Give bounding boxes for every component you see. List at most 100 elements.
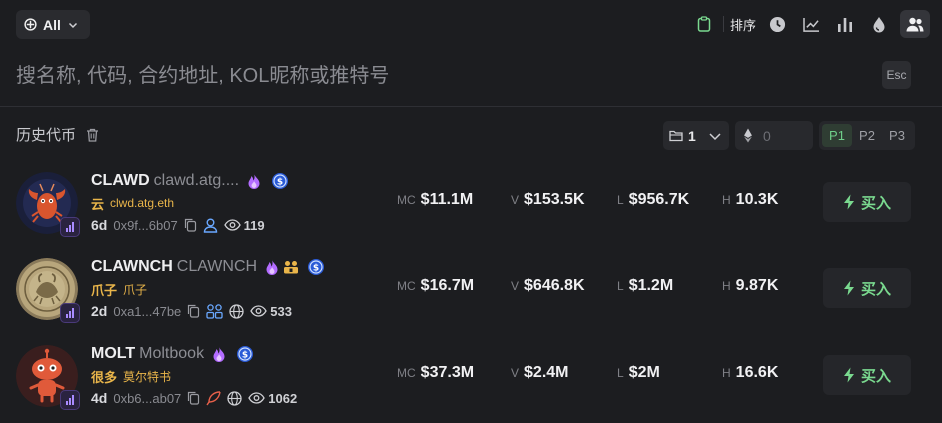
- liquidity-label: L: [617, 193, 624, 207]
- token-row[interactable]: CLAWD clawd.atg.... $ 云 clwd.atg.eth 6d …: [0, 170, 942, 256]
- history-filters: 1 0 P1 P2 P3: [663, 121, 915, 150]
- buy-label: 买入: [860, 194, 891, 212]
- toolbar-divider: [722, 16, 724, 32]
- page-button-p3[interactable]: P3: [882, 124, 912, 147]
- sort-by-holders-button[interactable]: [900, 10, 930, 38]
- signal-badge: [60, 217, 80, 237]
- market-cap-value: $37.3M: [420, 364, 475, 381]
- group-icon[interactable]: [206, 303, 223, 319]
- trash-icon[interactable]: [86, 128, 99, 142]
- chevron-down-icon: [709, 132, 721, 140]
- clock-icon: [769, 16, 785, 32]
- ethereum-icon: [744, 128, 752, 143]
- sort-by-time-button[interactable]: [760, 10, 794, 38]
- copy-icon[interactable]: [184, 218, 197, 232]
- market-cap: MC $11.1M: [397, 191, 473, 209]
- buy-button[interactable]: 买入: [823, 268, 911, 308]
- count-dropdown[interactable]: 1: [663, 121, 729, 150]
- token-row[interactable]: MOLT Moltbook $ 很多 莫尔特书 4d 0xb6...ab07 1…: [0, 343, 942, 423]
- chevron-down-icon: [68, 22, 77, 28]
- drop-icon: [873, 16, 885, 32]
- page-button-p2[interactable]: P2: [852, 124, 882, 147]
- market-cap: MC $37.3M: [397, 364, 474, 382]
- token-sub-name: 爪子: [123, 282, 148, 297]
- liquidity: L $2M: [617, 364, 660, 382]
- token-sub-name: 莫尔特书: [123, 369, 172, 384]
- token-fullname: CLAWNCH: [176, 258, 258, 275]
- volume-value: $2.4M: [524, 364, 569, 381]
- token-age: 2d: [91, 303, 108, 319]
- volume-value: $646.8K: [524, 277, 585, 294]
- token-meta-line: 6d 0x9f...6b07 119: [91, 216, 265, 234]
- flame-icon: [213, 346, 225, 362]
- sort-by-trend-button[interactable]: [794, 10, 828, 38]
- token-name-line: CLAWNCH CLAWNCH $: [91, 256, 325, 278]
- token-sub-line: 云 clwd.atg.eth: [91, 195, 175, 212]
- esc-button[interactable]: Esc: [882, 61, 911, 89]
- globe-icon[interactable]: [229, 303, 244, 319]
- market-cap: MC $16.7M: [397, 277, 474, 295]
- volume-value: $153.5K: [524, 191, 585, 208]
- liquidity-label: L: [617, 366, 624, 380]
- volume-label: V: [511, 366, 520, 380]
- page-selector: P1 P2 P3: [819, 121, 915, 150]
- token-age: 4d: [91, 390, 108, 406]
- token-sub-title: 云: [91, 196, 105, 212]
- token-name-line: MOLT Moltbook $: [91, 343, 254, 365]
- liquidity-label: L: [617, 279, 624, 293]
- signal-badge: [60, 303, 80, 323]
- coin-icon[interactable]: $: [307, 258, 325, 276]
- globe-icon[interactable]: [227, 390, 242, 406]
- token-sub-name: clwd.atg.eth: [110, 196, 175, 210]
- holders: H 9.87K: [722, 277, 778, 295]
- count-value: 1: [688, 127, 696, 144]
- buy-button[interactable]: 买入: [823, 182, 911, 222]
- volume-label: V: [511, 193, 520, 207]
- token-symbol: CLAWD: [91, 172, 150, 189]
- divider: [0, 106, 942, 107]
- clipboard-icon: [697, 16, 711, 32]
- svg-text:$: $: [313, 264, 319, 274]
- folder-icon: [669, 130, 683, 142]
- volume-label: V: [511, 279, 520, 293]
- feather-icon[interactable]: [206, 390, 221, 406]
- eye-icon: [250, 305, 268, 317]
- user-icon[interactable]: [203, 218, 218, 233]
- token-symbol: CLAWNCH: [91, 258, 173, 275]
- holders-value: 16.6K: [735, 364, 779, 381]
- token-meta-line: 2d 0xa1...47be 533: [91, 302, 292, 320]
- eth-amount-input[interactable]: 0: [735, 121, 813, 150]
- view-count: 533: [250, 304, 292, 319]
- lightning-icon: [843, 280, 854, 296]
- market-cap-label: MC: [397, 193, 416, 207]
- sort-label[interactable]: 排序: [726, 15, 760, 34]
- token-row[interactable]: CLAWNCH CLAWNCH $ 爪子 爪子 2d 0xa1...47be 5…: [0, 256, 942, 342]
- copy-icon[interactable]: [187, 391, 200, 405]
- eye-icon: [223, 219, 241, 231]
- volume: V $153.5K: [511, 191, 585, 209]
- lightning-icon: [843, 194, 854, 210]
- token-symbol: MOLT: [91, 345, 136, 362]
- chain-filter-dropdown[interactable]: All: [16, 10, 90, 39]
- search-input[interactable]: [16, 58, 856, 94]
- token-sub-line: 很多 莫尔特书: [91, 368, 172, 385]
- page-button-p1[interactable]: P1: [822, 124, 852, 147]
- buy-button[interactable]: 买入: [823, 355, 911, 395]
- coin-icon[interactable]: $: [271, 172, 289, 190]
- liquidity: L $956.7K: [617, 191, 689, 209]
- view-count-value: 119: [243, 217, 265, 233]
- clipboard-button[interactable]: [687, 10, 721, 38]
- market-cap-value: $16.7M: [420, 277, 475, 294]
- sort-by-liquidity-button[interactable]: [862, 10, 896, 38]
- eye-icon: [248, 392, 266, 404]
- holders-value: 9.87K: [735, 277, 779, 294]
- token-fullname: clawd.atg....: [153, 172, 240, 189]
- line-chart-icon: [802, 17, 819, 32]
- history-header: 历史代币: [16, 124, 99, 145]
- bar-chart-icon: [838, 17, 852, 32]
- signal-badge: [60, 390, 80, 410]
- copy-icon[interactable]: [187, 304, 200, 318]
- view-count-value: 1062: [268, 390, 298, 406]
- coin-icon[interactable]: $: [236, 345, 254, 363]
- sort-by-volume-button[interactable]: [828, 10, 862, 38]
